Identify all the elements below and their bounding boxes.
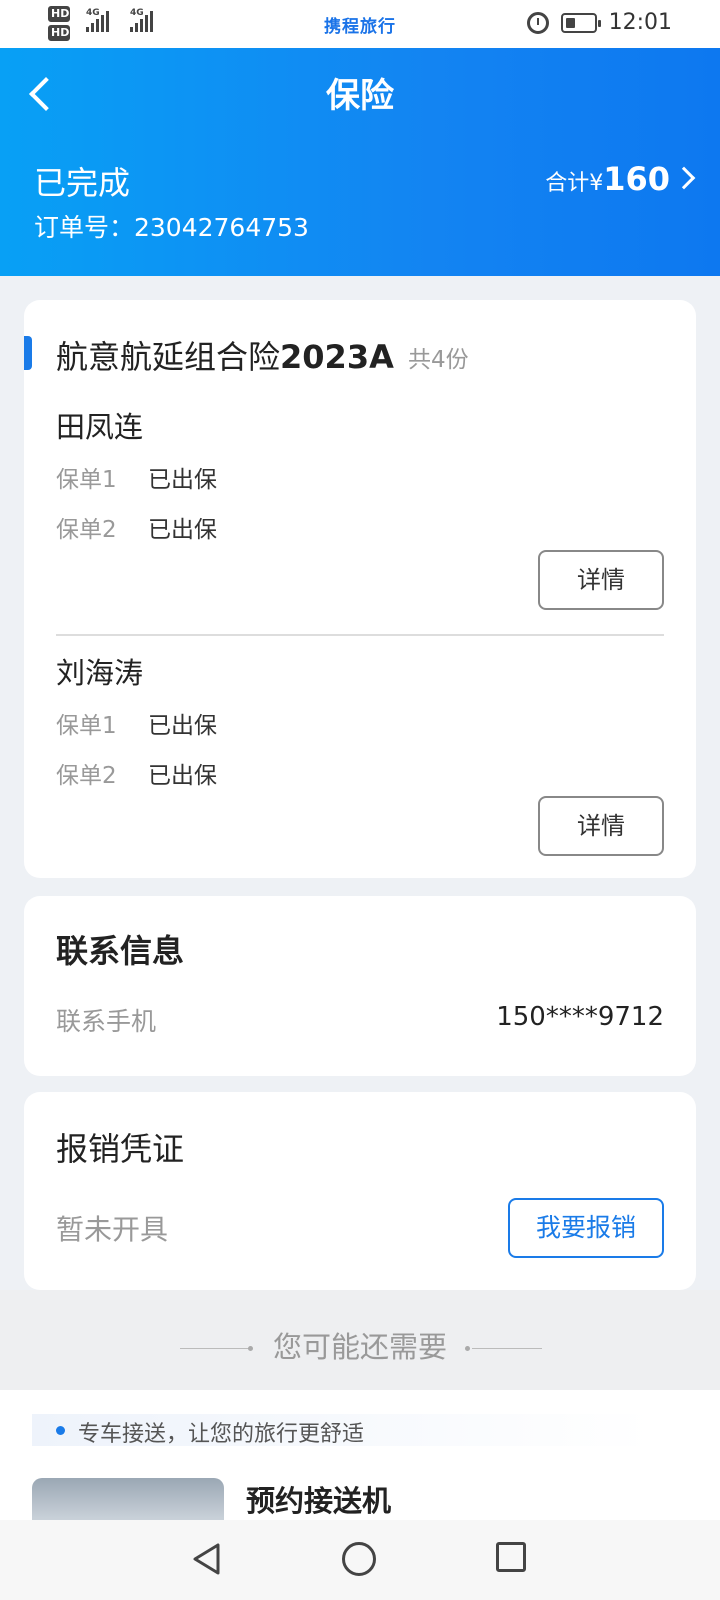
reimburse-button[interactable]: 我要报销 (508, 1198, 664, 1258)
policy-row: 保单1 已出保 (56, 460, 217, 494)
receipt-card: 报销凭证 暂未开具 我要报销 (24, 1092, 696, 1290)
policy-status: 已出保 (148, 763, 217, 789)
product-name: 航意航延组合险 (56, 338, 281, 376)
page-title: 保险 (326, 76, 394, 116)
policy-row: 保单2 已出保 (56, 510, 217, 544)
promo-title: 预约接送机 (246, 1484, 392, 1518)
policy-row: 保单1 已出保 (56, 706, 217, 740)
nav-home-icon[interactable] (342, 1542, 376, 1576)
phone-value: 150****9712 (496, 1002, 664, 1032)
promo-banner-text: 专车接送，让您的旅行更舒适 (78, 1422, 365, 1447)
detail-button-1[interactable]: 详情 (538, 550, 664, 610)
alarm-icon (526, 11, 549, 34)
policy-label: 保单2 (56, 517, 117, 543)
phone-label: 联系手机 (56, 1007, 157, 1036)
receipt-title: 报销凭证 (56, 1130, 185, 1168)
detail-button-2[interactable]: 详情 (538, 796, 664, 856)
policy-count: 共4份 (408, 347, 469, 373)
accent-bar (24, 336, 32, 370)
battery-icon (560, 12, 601, 33)
policy-status: 已出保 (148, 467, 217, 493)
promo-banner: 专车接送，让您的旅行更舒适 (32, 1414, 652, 1447)
insurance-product-name: 航意航延组合险2023A (56, 332, 394, 378)
nav-recent-apps-icon[interactable] (496, 1542, 526, 1572)
policy-label: 保单2 (56, 763, 117, 789)
system-nav-bar (0, 1520, 720, 1600)
product-year: 2023A (280, 338, 394, 376)
insurance-card: 航意航延组合险2023A 共4份 田凤连 保单1 已出保 保单2 已出保 详情 … (24, 300, 696, 878)
policy-status: 已出保 (148, 517, 217, 543)
page-header: 保险 已完成 订单号：23042764753 合计¥ 160 (0, 48, 720, 276)
insured-name-1: 田凤连 (56, 410, 144, 444)
status-right: 12:01 (526, 10, 672, 35)
recommend-item[interactable]: 专车接送，让您的旅行更舒适 预约接送机 (0, 1390, 720, 1520)
total-label: 合计¥ (545, 171, 604, 196)
contact-title: 联系信息 (56, 932, 185, 970)
status-bar: HD HD 4G 4G 携程旅行 12:01 (0, 0, 720, 48)
divider (56, 634, 664, 636)
nav-back-icon[interactable] (190, 1542, 224, 1576)
promo-image (32, 1478, 224, 1520)
total-price-link[interactable]: 合计¥ 160 (545, 160, 696, 198)
divider-dot (465, 1346, 470, 1351)
order-number: 订单号：23042764753 (34, 213, 309, 242)
clock: 12:01 (608, 10, 672, 35)
insured-name-2: 刘海涛 (56, 656, 144, 690)
policy-status: 已出保 (148, 713, 217, 739)
receipt-status: 暂未开具 (56, 1213, 169, 1246)
recommend-heading: 您可能还需要 (272, 1330, 447, 1364)
policy-label: 保单1 (56, 467, 117, 493)
contact-card: 联系信息 联系手机 150****9712 (24, 896, 696, 1076)
divider-line (472, 1348, 542, 1349)
chevron-right-icon (672, 166, 696, 190)
order-status: 已完成 (34, 164, 131, 202)
policy-row: 保单2 已出保 (56, 756, 217, 790)
recommend-section-header: 您可能还需要 (0, 1290, 720, 1390)
policy-label: 保单1 (56, 713, 117, 739)
total-amount: 160 (603, 160, 670, 198)
bullet-dot-icon (56, 1426, 65, 1435)
